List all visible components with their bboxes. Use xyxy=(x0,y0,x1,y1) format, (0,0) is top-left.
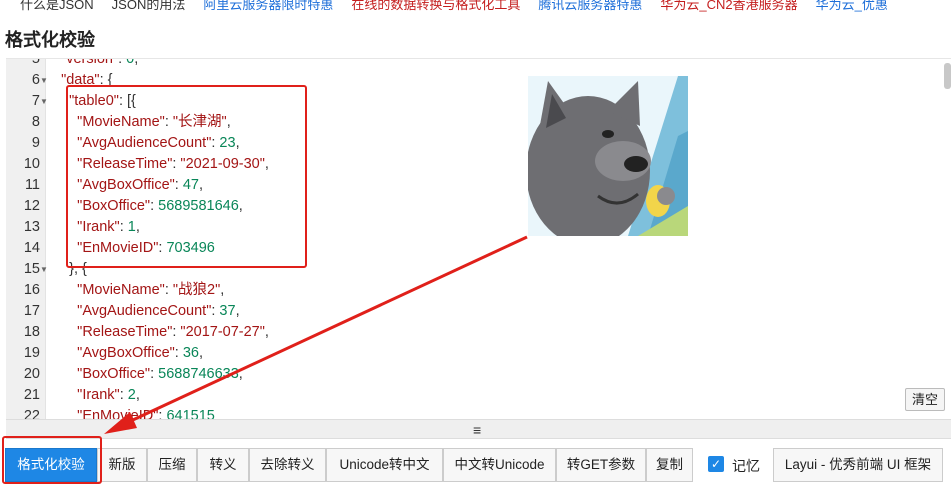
checkmark-icon[interactable]: ✓ xyxy=(708,456,724,472)
code-text: "AvgBoxOffice": 36, xyxy=(77,345,204,361)
line-number: 17 xyxy=(23,303,40,319)
page-title: 格式化校验 xyxy=(5,30,95,50)
code-line[interactable]: 19 "AvgBoxOffice": 36, xyxy=(6,343,906,364)
top-link[interactable]: 华为云_CN2香港服务器 xyxy=(660,0,797,12)
line-number: 12 xyxy=(23,198,40,214)
code-line[interactable]: 5 "version": 0, xyxy=(6,58,906,70)
line-number: 10 xyxy=(23,156,40,172)
toolbar-button-2[interactable]: 压缩 xyxy=(147,448,197,482)
line-number: 11 xyxy=(24,177,40,193)
fold-arrow-icon[interactable]: ▼ xyxy=(40,259,48,280)
line-number: 15 xyxy=(23,261,40,277)
toolbar-button-1[interactable]: 新版 xyxy=(97,448,147,482)
code-line[interactable]: 18 "ReleaseTime": "2017-07-27", xyxy=(6,322,906,343)
toolbar-button-8[interactable]: 复制 xyxy=(646,448,693,482)
fold-arrow-icon[interactable]: ▼ xyxy=(40,70,48,91)
code-text: "BoxOffice": 5688746633, xyxy=(77,366,243,382)
action-toolbar: 格式化校验 新版 压缩 转义 去除转义 Unicode转中文 中文转Unicode 转GET参… xyxy=(0,445,951,484)
top-link[interactable]: 腾讯云服务器特惠 xyxy=(538,0,642,12)
top-link[interactable]: 阿里云服务器限时特惠 xyxy=(203,0,333,12)
line-number: 16 xyxy=(23,282,40,298)
code-text: "MovieName": "战狼2", xyxy=(77,282,225,298)
line-number: 9 xyxy=(31,135,40,151)
top-link[interactable]: 在线的数据转换与格式化工具 xyxy=(351,0,520,12)
line-number: 5 xyxy=(31,58,40,67)
line-number: 14 xyxy=(23,240,40,256)
top-link[interactable]: JSON的用法 xyxy=(112,0,186,12)
resize-splitter[interactable]: ≡ xyxy=(6,419,951,439)
line-number: 22 xyxy=(23,408,40,419)
line-number: 20 xyxy=(23,366,40,382)
line-number: 7 xyxy=(31,93,40,109)
top-link[interactable]: 什么是JSON xyxy=(20,0,94,12)
clear-button[interactable]: 清空 xyxy=(905,388,945,411)
line-number: 6 xyxy=(31,72,40,88)
top-link[interactable]: 华为云_优惠 xyxy=(816,0,888,12)
editor-scrollbar[interactable] xyxy=(944,63,951,89)
code-text: "AvgAudienceCount": 37, xyxy=(77,303,240,319)
code-text: "version": 0, xyxy=(61,58,139,67)
top-link-strip: 什么是JSON JSON的用法 阿里云服务器限时特惠 在线的数据转换与格式化工具 腾讯云… xyxy=(0,0,951,12)
fold-arrow-icon[interactable]: ▼ xyxy=(40,91,48,112)
toolbar-button-3[interactable]: 转义 xyxy=(197,448,249,482)
code-line[interactable]: 20 "BoxOffice": 5688746633, xyxy=(6,364,906,385)
remember-label[interactable]: 记忆 xyxy=(732,456,760,476)
line-number: 19 xyxy=(23,345,40,361)
line-number: 18 xyxy=(23,324,40,340)
line-number: 21 xyxy=(23,387,40,403)
annotation-highlight-box xyxy=(66,85,307,268)
cartoon-wolf-image xyxy=(528,76,688,236)
code-text: "Irank": 2, xyxy=(77,387,140,403)
line-number: 8 xyxy=(31,114,40,130)
code-line[interactable]: 21 "Irank": 2, xyxy=(6,385,906,406)
toolbar-button-4[interactable]: 去除转义 xyxy=(249,448,326,482)
annotation-button-box xyxy=(2,436,102,484)
code-text: "EnMovieID": 641515 xyxy=(77,408,215,419)
line-number: 13 xyxy=(23,219,40,235)
layui-framework-button[interactable]: Layui - 优秀前端 UI 框架 xyxy=(773,448,943,482)
toolbar-button-7[interactable]: 转GET参数 xyxy=(556,448,646,482)
toolbar-button-5[interactable]: Unicode转中文 xyxy=(326,448,443,482)
toolbar-button-6[interactable]: 中文转Unicode xyxy=(443,448,556,482)
code-line[interactable]: 16 "MovieName": "战狼2", xyxy=(6,280,906,301)
code-line[interactable]: 22 "EnMovieID": 641515 xyxy=(6,406,906,419)
hamburger-icon[interactable]: ≡ xyxy=(473,422,481,438)
code-line[interactable]: 17 "AvgAudienceCount": 37, xyxy=(6,301,906,322)
code-text: "ReleaseTime": "2017-07-27", xyxy=(77,324,269,340)
